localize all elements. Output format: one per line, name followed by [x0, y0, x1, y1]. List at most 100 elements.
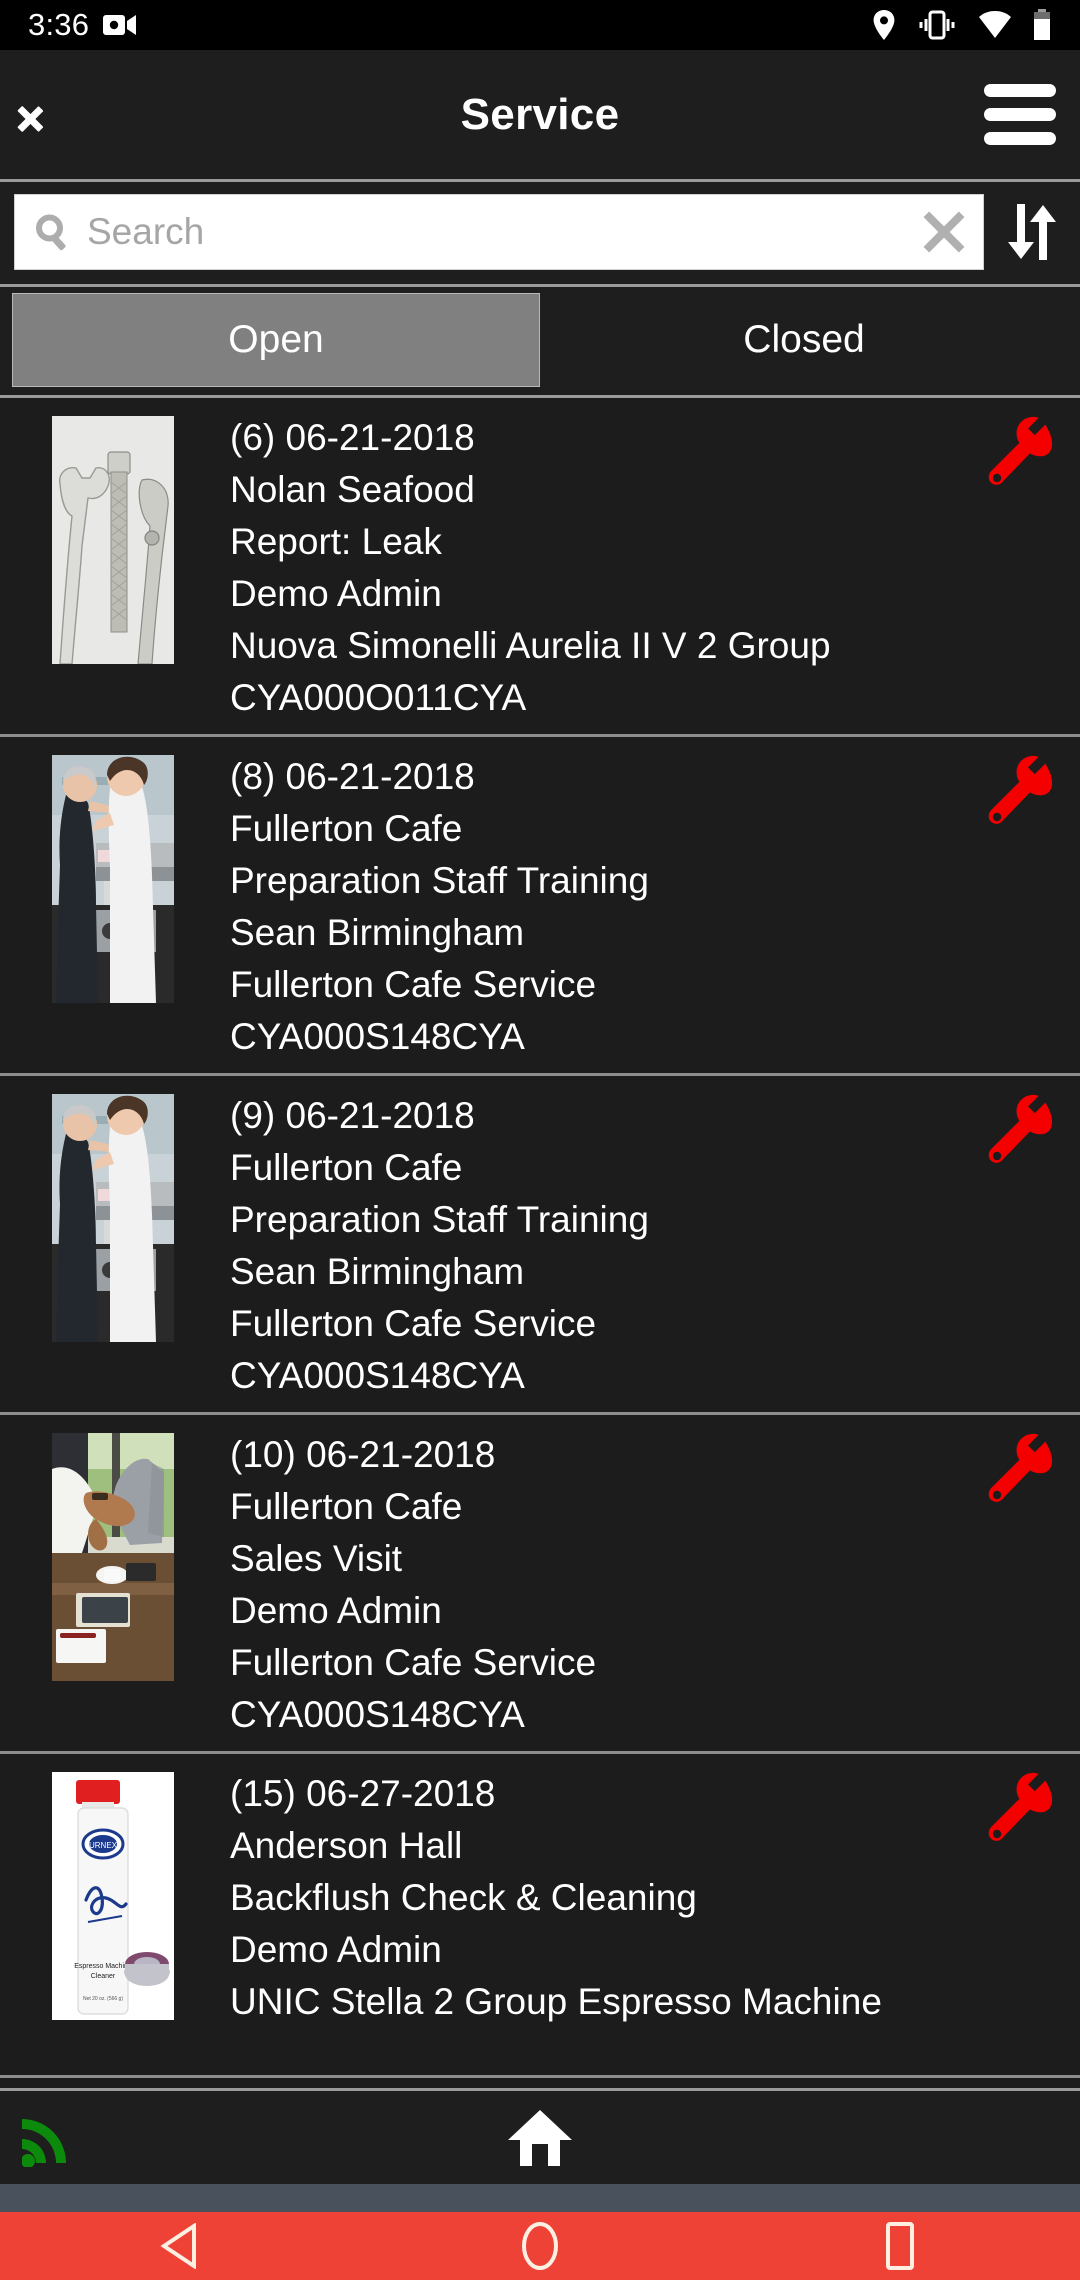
- list-item[interactable]: (8) 06-21-2018 Fullerton Cafe Preparatio…: [0, 737, 1080, 1076]
- list-item-line-1: (8) 06-21-2018: [230, 756, 475, 797]
- list-item-line-5: Fullerton Cafe Service: [230, 964, 597, 1005]
- svg-text:URNEX: URNEX: [89, 1841, 118, 1850]
- status-bar: 3:36: [0, 0, 1080, 50]
- list-item-line-2: Anderson Hall: [230, 1825, 463, 1866]
- status-bar-left: 3:36: [28, 7, 137, 43]
- hamburger-menu-button[interactable]: [960, 50, 1080, 179]
- back-button[interactable]: [0, 50, 96, 179]
- list-item-text: (9) 06-21-2018 Fullerton Cafe Preparatio…: [198, 1090, 1080, 1402]
- list-item-text: (15) 06-27-2018 Anderson Hall Backflush …: [198, 1768, 1080, 2028]
- app-header: Service: [0, 50, 1080, 182]
- list-item-text: (10) 06-21-2018 Fullerton Cafe Sales Vis…: [198, 1429, 1080, 1741]
- list-item-line-4: Demo Admin: [230, 573, 442, 614]
- barista-training-photo: [52, 755, 174, 1003]
- list-item-line-2: Nolan Seafood: [230, 469, 475, 510]
- wrench-icon[interactable]: [984, 755, 1056, 827]
- nav-back-button[interactable]: [90, 2212, 270, 2280]
- search-section: Search: [0, 182, 1080, 287]
- tab-closed-label: Closed: [743, 318, 865, 361]
- tab-closed[interactable]: Closed: [540, 293, 1068, 387]
- list-item[interactable]: (10) 06-21-2018 Fullerton Cafe Sales Vis…: [0, 1415, 1080, 1754]
- wrench-icon[interactable]: [984, 1772, 1056, 1844]
- search-input[interactable]: Search: [14, 194, 984, 270]
- location-pin-icon: [873, 10, 895, 40]
- list-item-text: (6) 06-21-2018 Nolan Seafood Report: Lea…: [198, 412, 1080, 724]
- nav-home-circle-icon: [522, 2222, 558, 2270]
- list-item-line-3: Preparation Staff Training: [230, 1199, 649, 1240]
- list-item-thumbnail: [52, 1433, 174, 1681]
- android-nav-bar: [0, 2212, 1080, 2280]
- list-item-line-6: CYA000S148CYA: [230, 1016, 525, 1057]
- wrench-icon[interactable]: [984, 1433, 1056, 1505]
- list-item-thumbnail: [52, 1094, 174, 1342]
- bottom-bar: [0, 2088, 1080, 2184]
- home-icon: [508, 2109, 572, 2166]
- battery-icon: [1034, 9, 1050, 40]
- list-item-thumbnail: URNEX Espresso Machine Cleaner Net 20 oz…: [52, 1772, 174, 2020]
- list-item[interactable]: URNEX Espresso Machine Cleaner Net 20 oz…: [0, 1754, 1080, 2078]
- svg-text:Cleaner: Cleaner: [91, 1973, 116, 1980]
- nav-back-triangle-icon: [160, 2223, 196, 2269]
- urnex-cafiza-cleaner-bottle-photo: URNEX Espresso Machine Cleaner Net 20 oz…: [52, 1772, 174, 2020]
- list-item-line-6: CYA000S148CYA: [230, 1355, 525, 1396]
- list-item-line-1: (10) 06-21-2018: [230, 1434, 496, 1475]
- list-item-text: (8) 06-21-2018 Fullerton Cafe Preparatio…: [198, 751, 1080, 1063]
- home-button[interactable]: [0, 2108, 1080, 2168]
- wrench-icon[interactable]: [984, 416, 1056, 488]
- list-item[interactable]: (6) 06-21-2018 Nolan Seafood Report: Lea…: [0, 398, 1080, 737]
- list-item-line-3: Report: Leak: [230, 521, 442, 562]
- hamburger-menu-icon-bar: [984, 132, 1056, 145]
- handshake-meeting-photo: [52, 1433, 174, 1681]
- list-item-line-1: (9) 06-21-2018: [230, 1095, 475, 1136]
- tab-open[interactable]: Open: [12, 293, 540, 387]
- list-item-thumbnail-wrap: URNEX Espresso Machine Cleaner Net 20 oz…: [28, 1772, 198, 2020]
- status-filter-tabs: Open Closed: [0, 287, 1080, 398]
- list-item-line-1: (15) 06-27-2018: [230, 1773, 496, 1814]
- list-item-line-4: Sean Birmingham: [230, 912, 525, 953]
- list-item-line-2: Fullerton Cafe: [230, 1147, 463, 1188]
- svg-text:Net 20 oz. (566 g): Net 20 oz. (566 g): [83, 1996, 123, 2002]
- status-time: 3:36: [28, 7, 90, 42]
- list-item-thumbnail: [52, 755, 174, 1003]
- list-item-line-3: Backflush Check & Cleaning: [230, 1877, 697, 1918]
- rss-signal-icon: [22, 2118, 66, 2167]
- sort-button[interactable]: [998, 194, 1066, 270]
- list-item-line-6: CYA000O011CYA: [230, 677, 527, 718]
- list-item-line-3: Sales Visit: [230, 1538, 403, 1579]
- wrench-and-plumbing-tools-photo: [52, 416, 174, 664]
- list-item-line-5: UNIC Stella 2 Group Espresso Machine: [230, 1981, 882, 2022]
- sort-arrows-icon: [1008, 204, 1056, 260]
- list-item-line-5: Nuova Simonelli Aurelia II V 2 Group: [230, 625, 831, 666]
- list-item-thumbnail-wrap: [28, 1433, 198, 1681]
- wifi-icon: [979, 11, 1011, 38]
- list-item-thumbnail-wrap: [28, 416, 198, 664]
- wrench-icon[interactable]: [984, 1094, 1056, 1166]
- list-item-line-1: (6) 06-21-2018: [230, 417, 475, 458]
- list-item-line-4: Sean Birmingham: [230, 1251, 525, 1292]
- nav-home-button[interactable]: [450, 2212, 630, 2280]
- list-item[interactable]: (9) 06-21-2018 Fullerton Cafe Preparatio…: [0, 1076, 1080, 1415]
- list-item-line-6: CYA000S148CYA: [230, 1694, 525, 1735]
- video-camera-icon: [103, 15, 137, 35]
- barista-training-photo: [52, 1094, 174, 1342]
- nav-recents-button[interactable]: [810, 2212, 990, 2280]
- list-item-thumbnail-wrap: [28, 1094, 198, 1342]
- clear-x-icon[interactable]: [921, 209, 967, 255]
- sync-status-button[interactable]: [0, 2091, 130, 2184]
- list-item-line-2: Fullerton Cafe: [230, 808, 463, 849]
- hamburger-menu-icon-bar: [984, 108, 1056, 121]
- page-title: Service: [460, 89, 620, 139]
- chevron-left-icon: [39, 92, 65, 138]
- status-bar-right: [872, 9, 1052, 41]
- search-placeholder: Search: [87, 211, 205, 252]
- search-icon: [36, 214, 66, 251]
- tab-open-label: Open: [228, 318, 324, 361]
- list-item-line-5: Fullerton Cafe Service: [230, 1642, 597, 1683]
- hamburger-menu-icon-bar: [984, 84, 1056, 97]
- nav-gap: [0, 2184, 1080, 2212]
- list-item-line-3: Preparation Staff Training: [230, 860, 649, 901]
- list-item-line-5: Fullerton Cafe Service: [230, 1303, 597, 1344]
- svg-text:Espresso Machine: Espresso Machine: [74, 1963, 132, 1970]
- nav-recents-square-icon: [886, 2222, 914, 2270]
- service-ticket-list[interactable]: (6) 06-21-2018 Nolan Seafood Report: Lea…: [0, 398, 1080, 2088]
